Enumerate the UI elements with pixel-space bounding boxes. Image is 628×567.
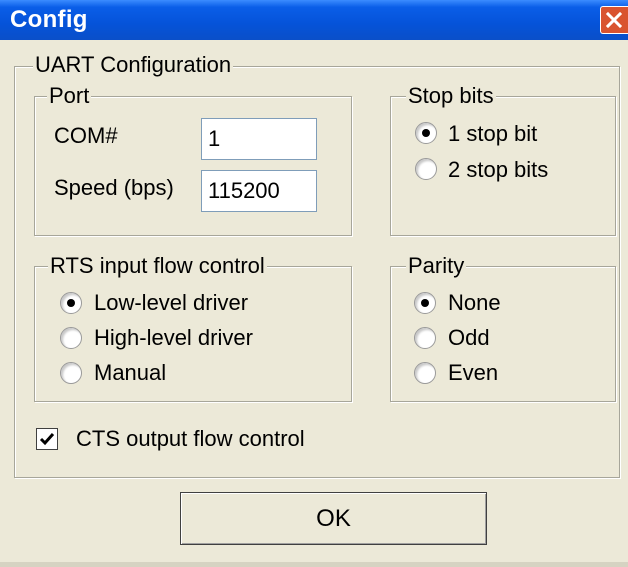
- config-dialog: Config UART Configuration Port COM# Spee…: [0, 0, 628, 567]
- rts-manual-label[interactable]: Manual: [94, 361, 166, 385]
- speed-input[interactable]: [201, 170, 317, 212]
- ok-button[interactable]: OK: [180, 492, 487, 545]
- rts-legend: RTS input flow control: [48, 253, 267, 278]
- cts-label[interactable]: CTS output flow control: [76, 427, 305, 451]
- parity-odd-radio[interactable]: [414, 327, 436, 349]
- rts-low-level-radio[interactable]: [60, 292, 82, 314]
- stop-bits-1-label[interactable]: 1 stop bit: [448, 122, 537, 146]
- speed-label: Speed (bps): [54, 175, 174, 200]
- uart-configuration-legend: UART Configuration: [33, 52, 234, 77]
- title-bar[interactable]: Config: [0, 0, 628, 40]
- checkmark-icon: [39, 433, 55, 446]
- window-title: Config: [10, 6, 88, 33]
- cts-checkbox[interactable]: [36, 428, 58, 450]
- radio-selected-dot: [67, 299, 75, 307]
- parity-even-radio[interactable]: [414, 362, 436, 384]
- rts-low-level-label[interactable]: Low-level driver: [94, 291, 248, 315]
- rts-high-level-label[interactable]: High-level driver: [94, 326, 253, 350]
- radio-selected-dot: [422, 129, 430, 137]
- close-button[interactable]: [600, 6, 628, 34]
- stop-bits-2-label[interactable]: 2 stop bits: [448, 158, 548, 182]
- parity-none-label[interactable]: None: [448, 291, 501, 315]
- com-label: COM#: [54, 123, 118, 148]
- stop-bits-1-radio[interactable]: [415, 122, 437, 144]
- port-legend: Port: [47, 83, 92, 108]
- parity-none-radio[interactable]: [414, 292, 436, 314]
- rts-high-level-radio[interactable]: [60, 327, 82, 349]
- stop-bits-legend: Stop bits: [406, 83, 496, 108]
- com-port-input[interactable]: [201, 118, 317, 160]
- radio-selected-dot: [421, 299, 429, 307]
- parity-odd-label[interactable]: Odd: [448, 326, 490, 350]
- rts-manual-radio[interactable]: [60, 362, 82, 384]
- parity-even-label[interactable]: Even: [448, 361, 498, 385]
- parity-legend: Parity: [406, 253, 467, 278]
- close-icon: [606, 12, 622, 28]
- window-bottom-border: [0, 562, 628, 567]
- port-group: [34, 96, 352, 236]
- stop-bits-2-radio[interactable]: [415, 158, 437, 180]
